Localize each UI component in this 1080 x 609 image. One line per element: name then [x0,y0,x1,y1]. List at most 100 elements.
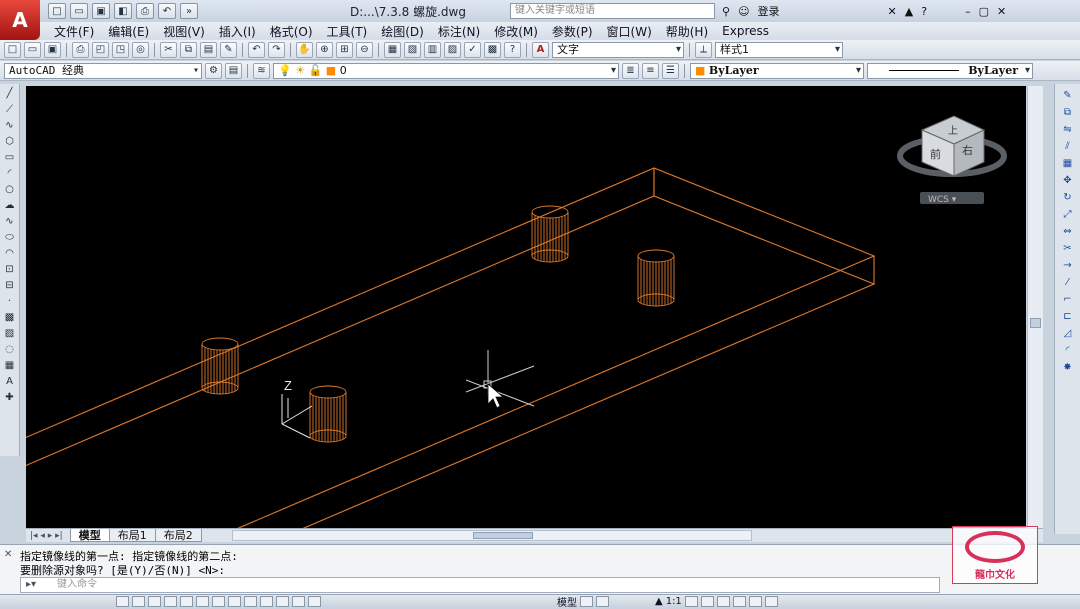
match-properties-icon[interactable]: ✎ [220,41,237,58]
copy-icon[interactable]: ⧉ [180,41,197,58]
move-icon[interactable]: ✥ [1059,173,1077,188]
isolate-objects-icon[interactable] [748,596,762,607]
zoom-window-icon[interactable]: ⊞ [336,41,353,58]
model-space-label[interactable]: 模型 [557,594,577,609]
menu-item[interactable]: 视图(V) [163,23,205,40]
viewcube-top-label[interactable]: 上 [948,125,958,137]
dim-style-dropdown[interactable]: 样式1 [715,41,843,58]
quick-view-drawings-icon[interactable] [596,596,609,607]
vertical-scrollbar[interactable] [1027,86,1043,528]
application-menu-button[interactable]: A [0,0,40,40]
workspace-settings-icon[interactable]: ⚙ [205,62,222,79]
scale-icon[interactable]: ⤢ [1059,207,1077,222]
break-icon[interactable]: ⌐ [1059,292,1077,307]
lineweight-icon[interactable] [260,596,273,607]
wcs-menu[interactable]: WCS ▾ [928,195,957,205]
annotation-scale-value[interactable]: 1:1 [666,596,682,607]
transparency-icon[interactable] [276,596,289,607]
menu-item[interactable]: 文件(F) [54,23,94,40]
workspace-switching-icon[interactable] [716,596,730,607]
menu-item[interactable]: 工具(T) [327,23,368,40]
help-icon[interactable]: ? [504,41,521,58]
ortho-mode-icon[interactable] [148,596,161,607]
open-icon[interactable]: ▭ [70,3,88,19]
ellipse-icon[interactable]: ⬭ [2,230,18,244]
new-icon[interactable]: □ [4,41,21,58]
3d-object-snap-icon[interactable] [196,596,209,607]
autodesk-icon[interactable]: ▲ [905,5,913,18]
selection-cycling-icon[interactable] [308,596,321,607]
layer-states-icon[interactable]: ☰ [662,62,679,79]
table-icon[interactable]: ▦ [2,358,18,372]
mtext-icon[interactable]: A [2,374,18,388]
dynamic-input-icon[interactable] [244,596,257,607]
properties-icon[interactable]: ▦ [384,41,401,58]
3d-dwf-icon[interactable]: ◎ [132,41,149,58]
color-dropdown[interactable]: ■ ByLayer [690,62,864,79]
plot-icon[interactable]: ⎙ [72,41,89,58]
menu-item[interactable]: 插入(I) [219,23,256,40]
ellipse-arc-icon[interactable]: ◠ [2,246,18,260]
viewcube-front-label[interactable]: 前 [930,147,941,161]
quick-properties-icon[interactable] [292,596,305,607]
user-icon[interactable]: ☺ [738,5,749,18]
rotate-icon[interactable]: ↻ [1059,190,1077,205]
break-at-point-icon[interactable]: ⁄ [1059,275,1077,290]
offset-icon[interactable]: ⫽ [1059,139,1077,154]
menu-item[interactable]: 窗口(W) [607,23,652,40]
viewcube-right-label[interactable]: 右 [962,143,973,157]
design-center-icon[interactable]: ▧ [404,41,421,58]
layer-previous-icon[interactable]: ≡ [642,62,659,79]
rectangle-icon[interactable]: ▭ [2,150,18,164]
markup-icon[interactable]: ✓ [464,41,481,58]
menu-item[interactable]: 编辑(E) [108,23,149,40]
workspace-dropdown[interactable]: AutoCAD 经典 [4,62,202,79]
layer-manager-icon[interactable]: ≋ [253,62,270,79]
drawing-viewport[interactable]: Z 上 前 右 WCS ▾ [26,86,1026,528]
login-link[interactable]: 登录 [758,3,780,19]
add-selected-icon[interactable]: ✚ [2,390,18,404]
annotation-visibility-icon[interactable] [684,596,698,607]
explode-icon[interactable]: ✸ [1059,360,1077,375]
more-icon[interactable]: » [180,3,198,19]
copy-icon[interactable]: ⧉ [1059,105,1077,120]
minimize-icon[interactable]: – [965,5,971,18]
line-icon[interactable]: ╱ [2,86,18,100]
object-snap-icon[interactable] [180,596,193,607]
fillet-icon[interactable]: ◜ [1059,343,1077,358]
zoom-realtime-icon[interactable]: ⊕ [316,41,333,58]
object-snap-tracking-icon[interactable] [212,596,225,607]
auto-scale-icon[interactable] [700,596,714,607]
save-icon[interactable]: ▣ [92,3,110,19]
construction-line-icon[interactable]: ⟋ [2,102,18,116]
undo-icon[interactable]: ↶ [158,3,176,19]
help-button[interactable]: ? [921,5,927,18]
layer-dropdown[interactable]: 💡 ☀ 🔓 ■ 0 [273,62,619,79]
revision-cloud-icon[interactable]: ☁ [2,198,18,212]
region-icon[interactable]: ◌ [2,342,18,356]
menu-item[interactable]: 参数(P) [552,23,593,40]
tab-nav-arrows-icon[interactable]: |◂ ◂ ▸ ▸| [30,531,63,541]
plot-preview-icon[interactable]: ◰ [92,41,109,58]
redo-icon[interactable]: ↷ [268,41,285,58]
viewcube[interactable]: 上 前 右 WCS ▾ [897,115,1007,205]
join-icon[interactable]: ⊏ [1059,309,1077,324]
menu-item[interactable]: 格式(O) [270,23,313,40]
text-style-icon[interactable]: A [532,41,549,58]
layout-tab[interactable]: 布局2 [154,529,202,542]
arc-icon[interactable]: ◜ [2,166,18,180]
menu-item[interactable]: 绘图(D) [381,23,424,40]
close-icon[interactable]: ✕ [997,5,1006,18]
circle-icon[interactable]: ○ [2,182,18,196]
array-icon[interactable]: ▦ [1059,156,1077,171]
undo-icon[interactable]: ↶ [248,41,265,58]
snap-mode-icon[interactable] [116,596,129,607]
sheet-set-icon[interactable]: ▨ [444,41,461,58]
dynamic-ucs-icon[interactable] [228,596,241,607]
spline-icon[interactable]: ∿ [2,214,18,228]
horizontal-scrollbar[interactable] [231,530,752,541]
save-icon[interactable]: ▣ [44,41,61,58]
lock-icon[interactable] [732,596,746,607]
drawing-canvas[interactable]: Z 上 前 右 WCS ▾ [26,86,1026,528]
polyline-icon[interactable]: ∿ [2,118,18,132]
